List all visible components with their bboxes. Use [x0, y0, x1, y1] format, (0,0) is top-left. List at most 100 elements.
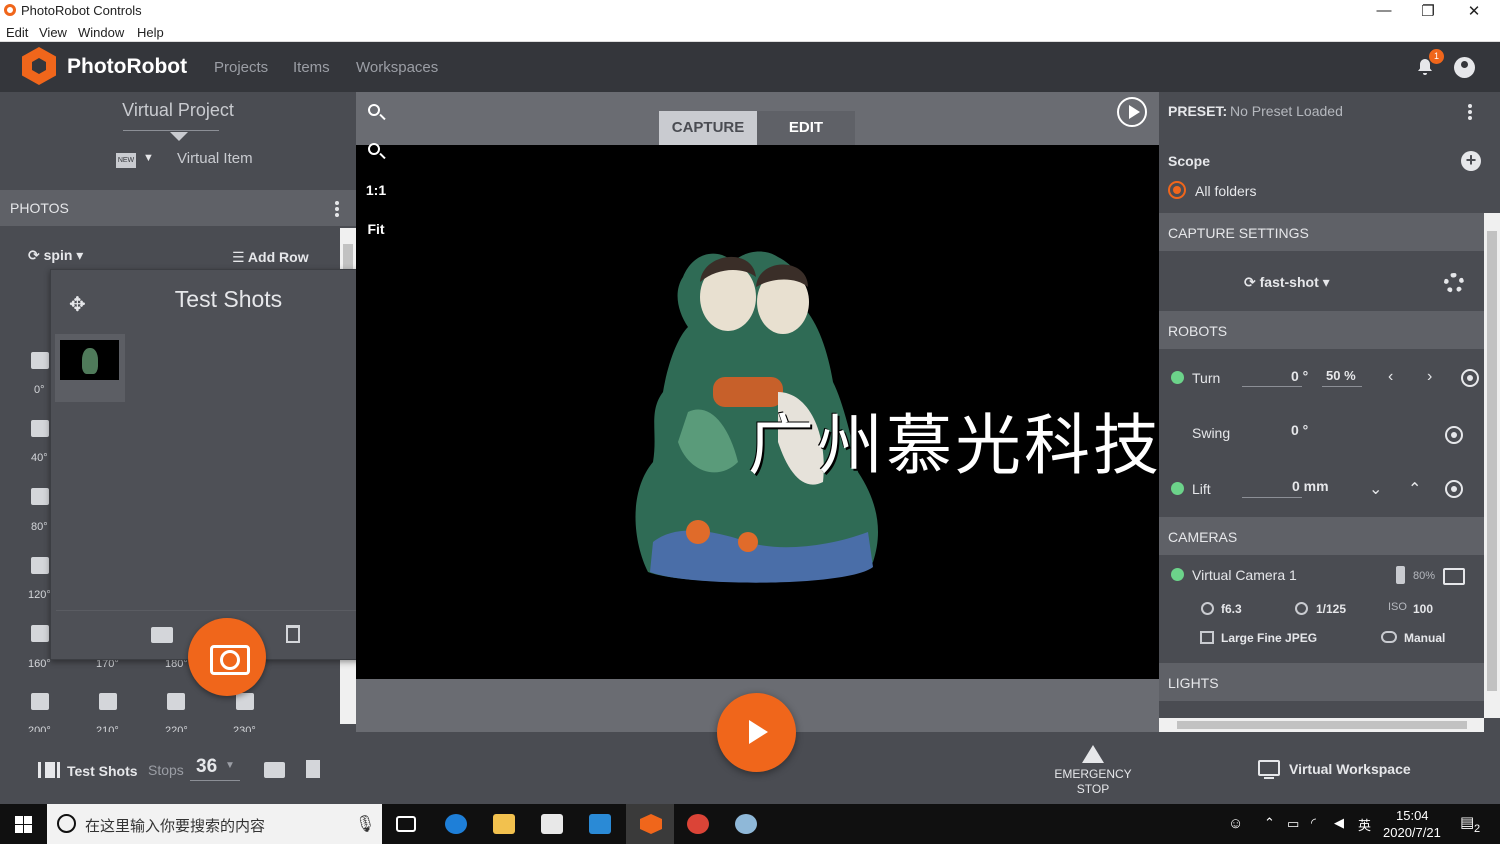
project-dropdown-icon[interactable] [170, 132, 188, 141]
zoom-fit[interactable]: Fit [361, 221, 391, 237]
live-view-icon[interactable] [1443, 568, 1465, 585]
emergency-stop-button[interactable]: EMERGENCY STOP [1048, 767, 1138, 797]
photo-thumb-icon[interactable] [31, 693, 49, 710]
test-shots-icon[interactable] [38, 762, 60, 778]
add-row-label: Add Row [247, 249, 309, 265]
chevron-right-icon[interactable]: › [1427, 368, 1432, 386]
test-shot-thumbnail[interactable] [55, 334, 125, 402]
ime-indicator[interactable]: 英 [1358, 815, 1371, 834]
photo-thumb-icon[interactable] [31, 625, 49, 642]
photo-thumb-icon[interactable] [31, 488, 49, 505]
menu-window[interactable]: Window [78, 25, 124, 40]
action-center-count: 2 [1474, 823, 1481, 835]
virtual-workspace-button[interactable]: Virtual Workspace [1289, 761, 1411, 777]
item-name[interactable]: Virtual Item [177, 150, 253, 167]
gear-icon[interactable] [1444, 273, 1464, 293]
clock-date[interactable]: 2020/7/21 [1383, 825, 1441, 840]
swing-value[interactable]: 0 ° [1291, 422, 1308, 438]
people-icon[interactable]: ☺ [1228, 815, 1243, 832]
menu-help[interactable]: Help [137, 25, 164, 40]
windows-start-icon[interactable] [15, 816, 32, 833]
add-scope-icon[interactable]: + [1461, 151, 1481, 171]
photo-thumb-icon[interactable] [236, 693, 254, 710]
chevron-left-icon[interactable]: ‹ [1388, 368, 1393, 386]
volume-icon[interactable]: ◀ [1334, 815, 1344, 831]
close-window-button[interactable]: ✕ [1464, 2, 1484, 20]
shutter-value[interactable]: 1/125 [1316, 602, 1346, 616]
tab-capture[interactable]: CAPTURE [659, 111, 757, 145]
action-center-icon[interactable]: ▤ [1460, 813, 1474, 831]
photo-thumb-icon[interactable] [167, 693, 185, 710]
task-view-icon[interactable] [396, 816, 416, 832]
delete-icon[interactable] [286, 625, 300, 643]
tab-edit[interactable]: EDIT [757, 111, 855, 145]
photo-thumb-icon[interactable] [99, 693, 117, 710]
folder-icon[interactable] [264, 762, 285, 778]
chevron-down-icon[interactable]: ⌄ [1369, 479, 1382, 499]
turn-speed[interactable]: 50 % [1326, 368, 1356, 383]
folder-icon[interactable] [151, 627, 173, 643]
test-shots-button[interactable]: Test Shots [67, 763, 138, 779]
photos-menu-icon[interactable] [335, 201, 339, 217]
play-preview-icon[interactable] [1117, 97, 1147, 127]
user-avatar-icon[interactable] [1454, 57, 1475, 78]
nav-workspaces[interactable]: Workspaces [356, 59, 438, 76]
nav-projects[interactable]: Projects [214, 59, 268, 76]
lift-home-icon[interactable] [1445, 480, 1463, 498]
edge-browser-icon[interactable] [445, 814, 467, 834]
zoom-out-icon[interactable] [368, 143, 380, 155]
restore-button[interactable]: ❐ [1418, 2, 1438, 20]
lift-value[interactable]: 0 mm [1292, 478, 1329, 494]
app-icon[interactable] [735, 814, 757, 834]
file-explorer-icon[interactable] [493, 814, 515, 834]
new-item-icon[interactable]: NEW [116, 153, 136, 168]
exposure-mode-value[interactable]: Manual [1404, 631, 1445, 645]
chrome-icon[interactable] [687, 814, 709, 834]
aperture-value[interactable]: f6.3 [1221, 602, 1242, 616]
control-horizontal-scrollbar[interactable] [1159, 718, 1484, 732]
turn-home-icon[interactable] [1461, 369, 1479, 387]
microphone-icon[interactable]: 🎙 [355, 814, 375, 834]
chevron-up-icon[interactable]: ⌃ [1408, 479, 1421, 499]
capture-camera-button[interactable] [188, 618, 266, 696]
minimize-button[interactable]: — [1374, 2, 1394, 19]
degree-label: 80° [31, 521, 48, 533]
zoom-in-icon[interactable] [368, 104, 380, 116]
add-row-button[interactable]: ☰ Add Row [232, 249, 309, 266]
network-icon[interactable]: ◜ [1311, 815, 1316, 831]
image-format-value[interactable]: Large Fine JPEG [1221, 631, 1317, 645]
turn-label: Turn [1192, 370, 1221, 386]
preset-menu-icon[interactable] [1468, 104, 1472, 120]
notification-badge: 1 [1429, 49, 1444, 64]
photorobot-taskbar-item[interactable] [626, 804, 674, 844]
item-dropdown-icon[interactable]: ▼ [143, 152, 154, 164]
menu-edit[interactable]: Edit [6, 25, 28, 40]
tray-expand-icon[interactable]: ⌃ [1264, 815, 1275, 831]
battery-tray-icon[interactable]: ▭ [1287, 816, 1299, 832]
photo-thumb-icon[interactable] [31, 352, 49, 369]
all-folders-radio[interactable] [1168, 181, 1186, 199]
store-icon[interactable] [541, 814, 563, 834]
mail-icon[interactable] [589, 814, 611, 834]
control-scrollbar[interactable] [1484, 213, 1500, 718]
trash-icon[interactable] [306, 760, 320, 778]
stops-value[interactable]: 36 [196, 756, 217, 778]
spin-selector[interactable]: ⟳ spin ▾ [28, 247, 83, 264]
turn-value[interactable]: 0 ° [1291, 368, 1308, 384]
capture-mode-selector[interactable]: ⟳ fast-shot ▾ [1244, 274, 1330, 291]
project-name[interactable]: Virtual Project [0, 100, 356, 121]
swing-home-icon[interactable] [1445, 426, 1463, 444]
start-capture-button[interactable] [717, 693, 796, 772]
iso-value[interactable]: 100 [1413, 602, 1433, 616]
clock-time[interactable]: 15:04 [1396, 808, 1429, 823]
stops-dropdown-icon[interactable]: ▼ [225, 760, 235, 771]
nav-items[interactable]: Items [293, 59, 330, 76]
preset-value[interactable]: No Preset Loaded [1230, 103, 1343, 119]
warning-icon[interactable] [1082, 745, 1104, 763]
stops-underline [190, 780, 240, 781]
photo-thumb-icon[interactable] [31, 420, 49, 437]
photo-thumb-icon[interactable] [31, 557, 49, 574]
menu-view[interactable]: View [39, 25, 67, 40]
taskbar-search[interactable]: 在这里输入你要搜索的内容 🎙 [47, 804, 382, 844]
zoom-one-to-one[interactable]: 1:1 [361, 182, 391, 198]
